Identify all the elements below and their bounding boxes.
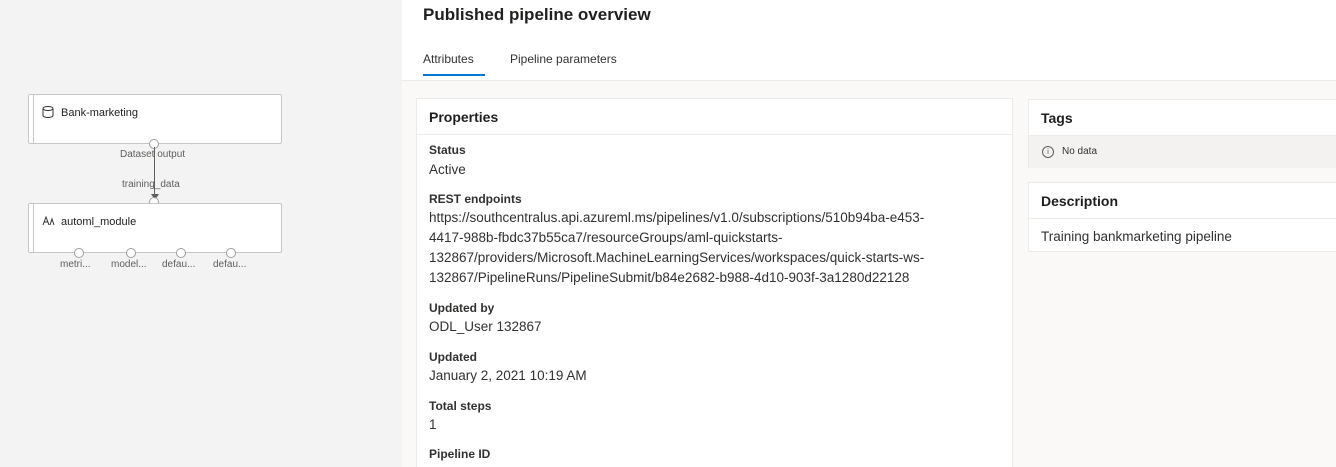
rest-endpoints-label: REST endpoints — [429, 192, 522, 206]
module-node-automl[interactable]: automl_module — [28, 203, 282, 253]
rest-endpoint-line[interactable]: 132867/PipelineRuns/PipelineSubmit/b84e2… — [429, 268, 909, 288]
status-value: Active — [429, 162, 466, 177]
updated-label: Updated — [429, 350, 477, 364]
rest-endpoint-line[interactable]: https://southcentralus.api.azureml.ms/pi… — [429, 208, 924, 228]
rest-endpoint-line[interactable]: 132867/providers/Microsoft.MachineLearni… — [429, 248, 924, 268]
node-accent-bar — [29, 95, 34, 143]
output-port-model[interactable] — [126, 248, 136, 258]
updated-by-value: ODL_User 132867 — [429, 319, 542, 334]
info-icon: i — [1042, 146, 1054, 158]
card-header: Description — [1029, 183, 1336, 219]
total-steps-label: Total steps — [429, 399, 492, 413]
port-label: model... — [111, 259, 147, 270]
card-header: Tags — [1029, 100, 1336, 136]
card-title: Tags — [1041, 110, 1073, 126]
node-accent-bar — [29, 204, 34, 252]
active-tab-indicator — [423, 74, 485, 76]
card-header: Properties — [417, 99, 1012, 135]
dataset-node-bank-marketing[interactable]: Bank-marketing — [28, 94, 282, 144]
card-title: Description — [1041, 193, 1119, 209]
rest-endpoint-line[interactable]: 4417-988b-fbdc37b55ca7/resourceGroups/am… — [429, 228, 782, 248]
updated-value: January 2, 2021 10:19 AM — [429, 368, 587, 383]
tags-empty-row: i No data — [1029, 136, 1336, 168]
training-data-label: training_data — [122, 179, 180, 190]
automl-icon — [42, 215, 55, 226]
description-card: Description Training bankmarketing pipel… — [1028, 182, 1336, 252]
output-port-metrics[interactable] — [74, 248, 84, 258]
port-label: defau... — [213, 259, 247, 270]
database-icon — [42, 106, 54, 119]
tab-attributes[interactable]: Attributes — [423, 52, 474, 66]
pipeline-canvas[interactable]: Bank-marketing Dataset output training_d… — [0, 0, 402, 467]
properties-card: Properties Status Active REST endpoints … — [416, 98, 1013, 467]
output-port-default-2[interactable] — [226, 248, 236, 258]
output-port-default-1[interactable] — [176, 248, 186, 258]
pipeline-overview-panel: Published pipeline overview Attributes P… — [402, 0, 1336, 467]
node-title: automl_module — [61, 216, 137, 228]
tags-card: Tags i No data — [1028, 99, 1336, 168]
node-title: Bank-marketing — [61, 107, 139, 119]
description-text: Training bankmarketing pipeline — [1041, 229, 1232, 244]
page-title: Published pipeline overview — [423, 5, 651, 24]
updated-by-label: Updated by — [429, 301, 495, 315]
pipeline-id-label: Pipeline ID — [429, 447, 491, 461]
port-label: metri... — [60, 259, 91, 270]
card-title: Properties — [429, 109, 499, 125]
total-steps-value: 1 — [429, 417, 437, 432]
tabs-divider — [402, 80, 1336, 81]
status-label: Status — [429, 143, 466, 157]
no-data-text: No data — [1062, 146, 1098, 157]
tab-pipeline-parameters[interactable]: Pipeline parameters — [510, 52, 617, 66]
dataset-output-label: Dataset output — [120, 149, 186, 160]
port-label: defau... — [162, 259, 196, 270]
